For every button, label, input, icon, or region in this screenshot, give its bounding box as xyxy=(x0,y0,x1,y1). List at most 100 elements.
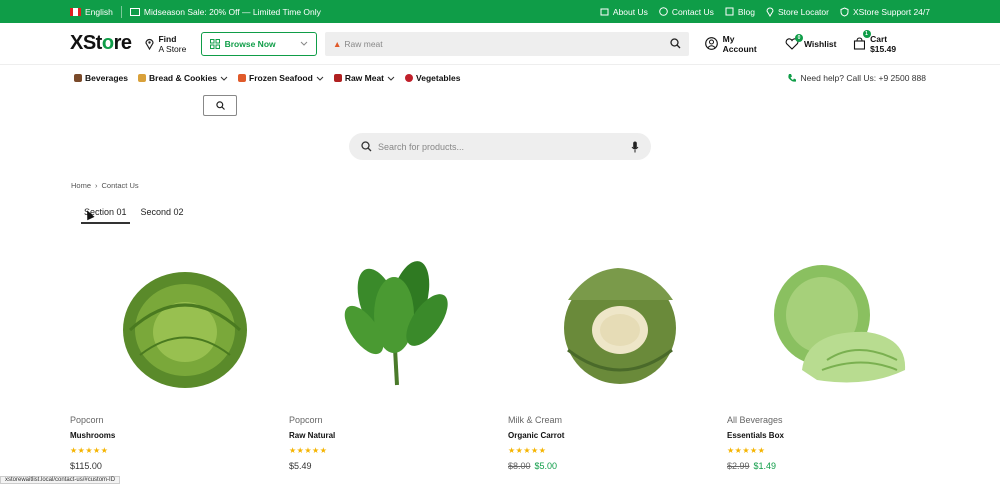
section-tabs: Section 01 Second 02 xyxy=(81,207,195,224)
product-name[interactable]: Organic Carrot xyxy=(508,431,718,440)
browse-now-button[interactable]: Browse Now xyxy=(200,31,317,56)
nav-item-beverages[interactable]: Beverages xyxy=(74,73,128,83)
canada-flag-icon xyxy=(70,7,81,16)
product-price: $5.49 xyxy=(289,461,499,471)
fire-icon: ▲ xyxy=(332,38,342,49)
logo-o: o xyxy=(101,32,114,54)
cart-total-label: Cart $15.49 xyxy=(870,33,897,54)
product-price: $2.99 $1.49 xyxy=(727,461,937,471)
product-category[interactable]: Popcorn xyxy=(289,415,499,425)
about-us-link[interactable]: About Us xyxy=(600,7,648,17)
tab-second-02[interactable]: Second 02 xyxy=(138,207,187,224)
nav-label: Beverages xyxy=(85,73,129,83)
language-selector[interactable]: English xyxy=(70,7,113,17)
cart-link[interactable]: 1 Cart $15.49 xyxy=(853,29,915,54)
seafood-icon xyxy=(238,74,247,82)
breadcrumb-home[interactable]: Home xyxy=(71,181,91,190)
beverages-icon xyxy=(74,74,82,82)
find-label: Find xyxy=(158,33,177,44)
microphone-icon[interactable] xyxy=(631,141,639,153)
spinach-image xyxy=(344,261,448,386)
nav-item-vegetables[interactable]: Vegetables xyxy=(405,73,460,83)
rating-stars: ★★★★★ xyxy=(727,446,766,455)
chevron-down-icon xyxy=(316,76,324,81)
question-icon xyxy=(659,7,668,16)
language-label: English xyxy=(85,6,113,17)
product-price: $8.00 $5.00 xyxy=(508,461,718,471)
vegetables-icon xyxy=(405,74,414,82)
rating-stars: ★★★★★ xyxy=(289,446,328,455)
nav-item-frozen-seafood[interactable]: Frozen Seafood xyxy=(238,73,324,83)
product-search-input[interactable]: Search for products... xyxy=(349,133,651,160)
product-price: $115.00 xyxy=(70,461,280,471)
wishlist-link[interactable]: 0 Wishlist xyxy=(785,33,837,50)
product-category[interactable]: Milk & Cream xyxy=(508,415,718,425)
nav-label: Raw Meat xyxy=(344,73,385,83)
product-card[interactable]: Popcorn Mushrooms ★★★★★ $115.00 xyxy=(70,260,280,471)
nav-label: Bread & Cookies xyxy=(149,73,218,83)
category-nav: Beverages Bread & Cookies Frozen Seafood… xyxy=(0,65,1000,91)
nav-item-bread-cookies[interactable]: Bread & Cookies xyxy=(138,73,228,83)
sale-price: $5.00 xyxy=(534,461,558,471)
meat-icon xyxy=(333,74,342,82)
shield-icon xyxy=(840,6,849,17)
search-placeholder: Raw meat xyxy=(344,38,383,49)
nav-label: Frozen Seafood xyxy=(249,73,313,83)
ticket-icon xyxy=(129,7,140,16)
contact-us-link[interactable]: Contact Us xyxy=(659,7,714,17)
my-account-label: My Account xyxy=(722,33,757,54)
search-icon xyxy=(215,101,225,110)
contact-us-label: Contact Us xyxy=(671,6,714,17)
store-locator-label: Store Locator xyxy=(777,6,829,17)
search-icon xyxy=(361,141,372,152)
nav-item-raw-meat[interactable]: Raw Meat xyxy=(333,73,395,83)
book-icon xyxy=(725,7,734,16)
phone-icon xyxy=(787,74,796,82)
header-search-input[interactable]: ▲ Raw meat xyxy=(324,31,690,56)
building-icon xyxy=(600,8,609,15)
product-name[interactable]: Essentials Box xyxy=(727,431,937,440)
promo-text: Midseason Sale: 20% Off — Limited Time O… xyxy=(143,6,321,17)
wishlist-count-badge: 0 xyxy=(794,33,803,42)
logo-part: XSt xyxy=(70,32,102,54)
wishlist-label: Wishlist xyxy=(803,38,837,49)
help-phone[interactable]: Need help? Call Us: +9 2500 888 xyxy=(787,73,926,83)
site-logo[interactable]: XStore xyxy=(70,32,132,55)
product-card[interactable]: Popcorn Raw Natural ★★★★★ $5.49 xyxy=(289,260,499,471)
price-value: $115.00 xyxy=(70,461,102,471)
rating-stars: ★★★★★ xyxy=(70,446,109,455)
user-icon xyxy=(705,37,718,50)
nav-label: Vegetables xyxy=(416,73,461,83)
support-label: XStore Support 24/7 xyxy=(852,6,930,17)
search-icon[interactable] xyxy=(670,38,681,49)
browser-status-url: xstorewaitlist.local/contact-us/#custom-… xyxy=(0,476,121,484)
find-store-link[interactable]: Find A Store xyxy=(145,34,196,54)
product-category[interactable]: All Beverages xyxy=(727,415,937,425)
location-pin-icon xyxy=(766,7,774,17)
chevron-down-icon xyxy=(220,76,228,81)
rating-stars: ★★★★★ xyxy=(508,446,547,455)
browse-now-label: Browse Now xyxy=(224,38,276,49)
savoy-cabbage-image xyxy=(123,272,247,388)
location-pin-icon xyxy=(145,38,155,50)
support-link[interactable]: XStore Support 24/7 xyxy=(840,7,930,17)
about-us-label: About Us xyxy=(612,6,648,17)
product-card[interactable]: Milk & Cream Organic Carrot ★★★★★ $8.00 $… xyxy=(508,260,718,471)
product-name[interactable]: Mushrooms xyxy=(70,431,280,440)
a-store-label: A Store xyxy=(158,43,187,54)
promo-banner: Midseason Sale: 20% Off — Limited Time O… xyxy=(129,6,321,17)
divider xyxy=(120,5,122,18)
product-card[interactable]: All Beverages Essentials Box ★★★★★ $2.99… xyxy=(727,260,937,471)
product-category[interactable]: Popcorn xyxy=(70,415,280,425)
my-account-link[interactable]: My Account xyxy=(705,34,769,54)
search-button[interactable] xyxy=(203,95,237,116)
shopping-bag-icon xyxy=(853,37,865,50)
store-locator-link[interactable]: Store Locator xyxy=(766,7,829,17)
green-cabbage-image xyxy=(774,265,906,383)
top-bar: English Midseason Sale: 20% Off — Limite… xyxy=(0,0,1000,23)
grid-icon xyxy=(209,38,220,49)
product-name[interactable]: Raw Natural xyxy=(289,431,499,440)
help-text: Need help? Call Us: +9 2500 888 xyxy=(800,73,926,83)
blog-link[interactable]: Blog xyxy=(725,7,755,17)
cauliflower-image xyxy=(564,268,676,384)
